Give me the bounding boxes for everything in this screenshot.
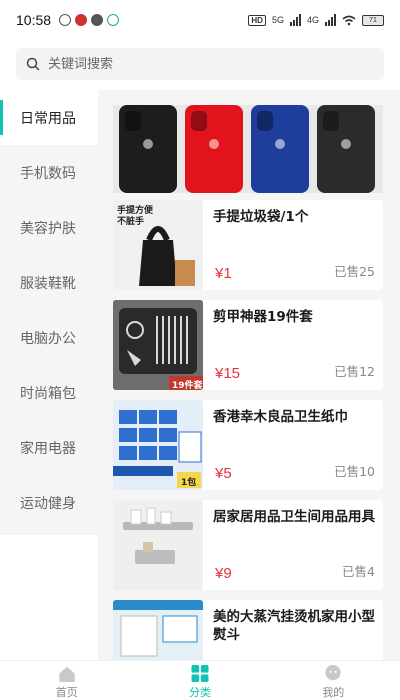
sidebar-item-label: 时尚箱包 — [20, 385, 76, 402]
sidebar-item-daily-goods[interactable]: 日常用品 — [0, 90, 98, 145]
product-card[interactable]: 19件套 剪甲神器19件套 ¥15 已售12 — [113, 300, 383, 390]
sidebar-item-label: 美容护肤 — [20, 220, 76, 237]
sidebar-item-label: 电脑办公 — [20, 330, 76, 347]
sidebar-item-sports[interactable]: 运动健身 — [0, 475, 98, 530]
product-thumbnail — [113, 500, 203, 590]
sidebar-item-beauty[interactable]: 美容护肤 — [0, 200, 98, 255]
sidebar-item-clothing[interactable]: 服装鞋靴 — [0, 255, 98, 310]
product-thumbnail: 19件套 — [113, 300, 203, 390]
bottom-tab-bar: 首页 分类 我的 — [0, 660, 400, 700]
product-sold-count: 已售10 — [334, 464, 375, 479]
product-price: ¥5 — [215, 465, 232, 482]
signal-icon — [325, 14, 336, 26]
sidebar-item-label: 运动健身 — [20, 495, 76, 512]
status-time: 10:58 — [16, 12, 52, 28]
product-title: 剪甲神器19件套 — [213, 309, 313, 325]
tab-home[interactable]: 首页 — [0, 661, 133, 700]
battery-icon: 71 — [362, 14, 384, 26]
product-title: 香港幸木良品卫生纸巾 — [213, 409, 348, 425]
category-sidebar: 日常用品 手机数码 美容护肤 服装鞋靴 电脑办公 时尚箱包 家用电器 运动健身 — [0, 90, 98, 535]
product-card[interactable]: 居家居用品卫生间用品用具 ¥9 已售4 — [113, 500, 383, 590]
category-banner[interactable] — [113, 105, 383, 193]
banner-phone-image — [317, 105, 375, 193]
product-title: 手提垃圾袋/1个 — [213, 209, 309, 225]
notification-app-icon — [59, 14, 72, 26]
thumbnail-caption: 19件套 — [172, 381, 203, 390]
product-sold-count: 已售12 — [334, 364, 375, 379]
sidebar-item-phone-digital[interactable]: 手机数码 — [0, 145, 98, 200]
category-grid-icon — [191, 665, 209, 682]
nail-clipper-set-image — [113, 300, 203, 390]
sidebar-item-label: 服装鞋靴 — [20, 275, 76, 292]
product-title: 居家居用品卫生间用品用具 — [213, 509, 375, 525]
product-sold-count: 已售4 — [342, 564, 375, 579]
sidebar-fill — [0, 535, 98, 660]
thumbnail-caption: 手提方便 不脏手 — [117, 206, 154, 227]
search-input[interactable] — [48, 56, 348, 72]
sidebar-item-appliances[interactable]: 家用电器 — [0, 420, 98, 475]
product-sold-count: 已售25 — [334, 264, 375, 279]
search-icon — [26, 57, 40, 71]
product-thumbnail: 1包 — [113, 400, 203, 490]
notification-app-icon — [75, 14, 88, 26]
tab-category[interactable]: 分类 — [133, 661, 266, 700]
product-price: ¥9 — [215, 565, 232, 582]
bathroom-shelf-image — [113, 500, 203, 590]
profile-icon — [325, 665, 341, 681]
status-bar: 10:58 HD 5G 4G 71 — [0, 0, 400, 40]
net2-label: 4G — [306, 15, 319, 25]
sidebar-item-label: 家用电器 — [20, 440, 76, 457]
status-right: HD 5G 4G 71 — [248, 14, 384, 26]
product-thumbnail: 手提方便 不脏手 — [113, 200, 203, 290]
product-price: ¥15 — [215, 365, 241, 382]
notification-app-icon — [107, 14, 120, 26]
product-card[interactable]: 1包 香港幸木良品卫生纸巾 ¥5 已售10 — [113, 400, 383, 490]
sidebar-item-label: 日常用品 — [20, 110, 76, 127]
product-title: 美的大蒸汽挂烫机家用小型熨斗 — [213, 609, 375, 643]
wifi-icon — [342, 15, 356, 25]
steamer-image — [113, 600, 203, 660]
hd-badge: HD — [248, 14, 266, 26]
signal-icon — [289, 14, 301, 26]
product-card[interactable]: 美的大蒸汽挂烫机家用小型熨斗 — [113, 600, 383, 660]
product-card[interactable]: 手提方便 不脏手 手提垃圾袋/1个 ¥1 已售25 — [113, 200, 383, 290]
thumbnail-caption: 1包 — [181, 478, 197, 488]
tab-label: 首页 — [55, 686, 78, 699]
product-list-area: 手提方便 不脏手 手提垃圾袋/1个 ¥1 已售25 19件套 剪甲神器19件套 — [98, 90, 400, 660]
banner-phone-image — [251, 105, 309, 193]
banner-phone-image — [119, 105, 177, 193]
banner-phone-image — [185, 105, 243, 193]
sidebar-item-computer-office[interactable]: 电脑办公 — [0, 310, 98, 365]
sidebar-item-bags[interactable]: 时尚箱包 — [0, 365, 98, 420]
net1-label: 5G — [271, 15, 284, 25]
home-icon — [59, 666, 75, 682]
notification-icons — [59, 14, 120, 26]
message-icon — [91, 14, 104, 26]
search-box[interactable] — [16, 48, 384, 80]
tab-label: 分类 — [188, 686, 211, 699]
search-bar-area — [0, 40, 400, 90]
product-thumbnail — [113, 600, 203, 660]
sidebar-item-label: 手机数码 — [20, 165, 76, 182]
tab-profile[interactable]: 我的 — [267, 661, 400, 700]
tab-label: 我的 — [322, 686, 345, 699]
product-price: ¥1 — [215, 265, 232, 282]
